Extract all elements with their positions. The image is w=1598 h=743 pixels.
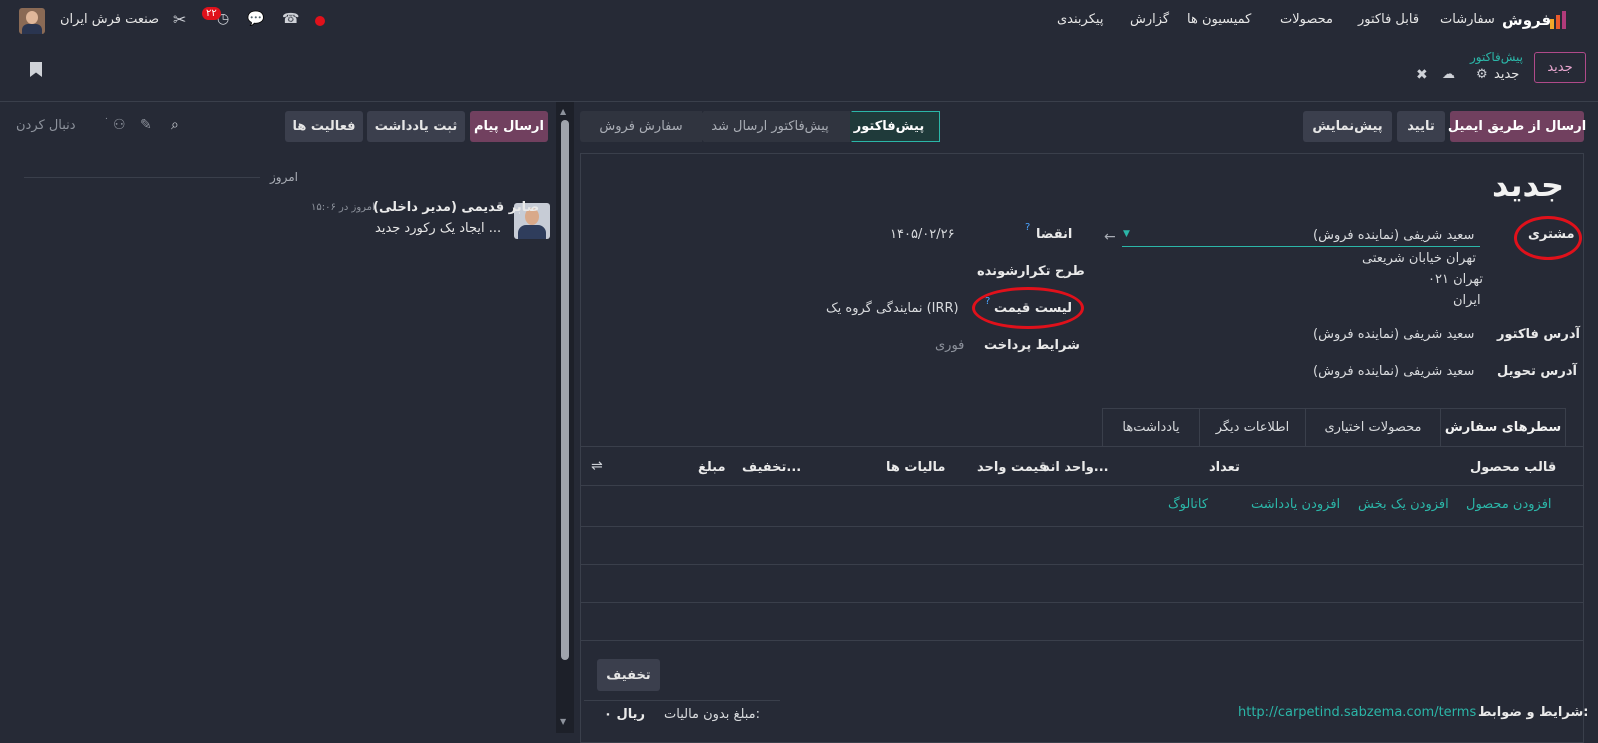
expiry-help-mark[interactable]: ? xyxy=(1025,222,1030,233)
send-message-button[interactable]: ارسال پیام xyxy=(470,111,548,142)
day-divider-line xyxy=(24,177,260,178)
bookmark-icon[interactable] xyxy=(30,62,42,77)
expiry-value[interactable]: ۱۴۰۵/۰۲/۲۶ xyxy=(890,227,955,242)
col-amount[interactable]: مبلغ xyxy=(698,460,726,475)
new-button[interactable]: جدید xyxy=(1534,52,1586,83)
chat-icon[interactable]: 💬 xyxy=(247,12,264,26)
terms-url[interactable]: http://carpetind.sabzema.com/terms xyxy=(1238,705,1476,720)
table-row-divider-1 xyxy=(580,526,1584,527)
add-section-link[interactable]: افزودن یک بخش xyxy=(1358,497,1449,512)
stage-sales-order[interactable]: سفارش فروش xyxy=(580,111,702,142)
delivery-address-label: آدرس تحویل xyxy=(1497,364,1577,379)
column-settings-icon[interactable]: ⇌ xyxy=(591,459,603,473)
tools-icon[interactable]: ✂ xyxy=(173,12,186,28)
table-row-divider-4 xyxy=(580,640,1584,641)
menu-reporting[interactable]: گزارش xyxy=(1130,12,1169,27)
log-note-button[interactable]: ثبت یادداشت xyxy=(367,111,465,142)
add-product-link[interactable]: افزودن محصول xyxy=(1466,497,1552,512)
discount-button[interactable]: تخفیف xyxy=(597,659,660,691)
pricelist-value[interactable]: نمایندگی گروه یک (IRR) xyxy=(826,301,959,316)
followers-icon[interactable]: ⚇ xyxy=(113,118,126,132)
payment-terms-value[interactable]: فوری xyxy=(935,338,964,353)
chatter-scrollbar[interactable]: ▲ ▼ xyxy=(556,102,574,733)
menu-orders[interactable]: سفارشات xyxy=(1440,12,1495,27)
catalog-link[interactable]: کاتالوگ xyxy=(1168,497,1208,512)
breadcrumb-current: جدید xyxy=(1494,67,1520,82)
add-note-link[interactable]: افزودن یادداشت xyxy=(1251,497,1340,512)
record-title: جدید xyxy=(1492,166,1565,204)
expiry-label: انقضا xyxy=(1036,227,1073,242)
table-row-divider-2 xyxy=(580,564,1584,565)
dropdown-caret-icon[interactable]: ▼ xyxy=(1123,230,1130,239)
customer-highlight-circle xyxy=(1514,216,1582,260)
col-unit-price[interactable]: قیمت واحد xyxy=(977,460,1047,475)
chatter-panel: ارسال پیام ثبت یادداشت فعالیت ها ⌕ ✎ ⚇ ۰… xyxy=(0,102,556,733)
untaxed-amount-label: مبلغ بدون مالیات: xyxy=(664,707,761,722)
save-cloud-icon[interactable]: ☁ xyxy=(1442,68,1455,81)
recurring-plan-label: طرح تکرارشونده xyxy=(977,264,1085,279)
control-panel: جدید پیش‌فاکتور جدید ⚙ ☁ ✖ xyxy=(0,40,1598,102)
discard-close-icon[interactable]: ✖ xyxy=(1416,68,1428,82)
table-header-divider xyxy=(580,485,1584,486)
stage-quotation[interactable]: پیش‌فاکتور xyxy=(838,111,940,142)
tab-optional-products[interactable]: محصولات اختیاری xyxy=(1305,408,1441,446)
col-uom[interactable]: واحد اند... xyxy=(1043,460,1109,475)
delivery-address-value[interactable]: سعید شریفی (نماینده فروش) xyxy=(1313,364,1474,379)
app-name[interactable]: فروش xyxy=(1502,11,1551,29)
tab-notes[interactable]: یادداشت‌ها xyxy=(1102,408,1200,446)
company-name[interactable]: صنعت فرش ایران xyxy=(60,12,159,27)
tab-order-lines[interactable]: سطرهای سفارش xyxy=(1440,408,1566,446)
breadcrumb-parent[interactable]: پیش‌فاکتور xyxy=(1470,50,1523,64)
col-taxes[interactable]: مالیات ها xyxy=(886,460,945,475)
menu-configuration[interactable]: پیکربندی xyxy=(1057,12,1103,27)
follow-button[interactable]: دنبال کردن xyxy=(16,118,76,133)
invoice-address-value[interactable]: سعید شریفی (نماینده فروش) xyxy=(1313,327,1474,342)
menu-to-invoice[interactable]: قابل فاکتور xyxy=(1358,12,1419,27)
activities-button[interactable]: فعالیت ها xyxy=(285,111,363,142)
preview-button[interactable]: پیش‌نمایش xyxy=(1303,111,1392,142)
paperclip-icon[interactable]: ✎ xyxy=(140,118,152,132)
gear-icon[interactable]: ⚙ xyxy=(1476,68,1488,81)
message-body: ایجاد یک رکورد جدید ... xyxy=(375,221,502,236)
top-navbar: فروش سفارشات قابل فاکتور محصولات کمیسیون… xyxy=(0,0,1598,40)
scroll-up-icon[interactable]: ▲ xyxy=(560,108,566,116)
day-divider-label: امروز xyxy=(270,170,298,184)
col-discount[interactable]: تخفیف... xyxy=(742,460,801,475)
customer-address-line1: تهران خیابان شریعتی xyxy=(1362,251,1476,266)
customer-address-line2: تهران ۰۲۱ xyxy=(1428,272,1484,287)
menu-products[interactable]: محصولات xyxy=(1280,12,1333,27)
status-dot-icon[interactable] xyxy=(315,16,325,26)
search-icon[interactable]: ⌕ xyxy=(171,118,179,132)
message-time: امروز در ۱۵:۰۶ xyxy=(311,202,375,213)
tab-other-info[interactable]: اطلاعات دیگر xyxy=(1199,408,1306,446)
user-avatar[interactable] xyxy=(19,8,45,34)
follower-count: ۰ xyxy=(104,114,109,124)
message-author[interactable]: صابر قدیمی (مدیر داخلی) xyxy=(373,200,539,215)
table-row-divider-3 xyxy=(580,602,1584,603)
terms-label: شرایط و ضوابط: xyxy=(1478,705,1589,720)
pricelist-highlight-circle xyxy=(972,287,1084,329)
customer-value: سعید شریفی (نماینده فروش) xyxy=(1313,228,1475,243)
totals-divider xyxy=(584,700,780,701)
col-quantity[interactable]: تعداد xyxy=(1209,460,1240,475)
scroll-down-icon[interactable]: ▼ xyxy=(560,718,566,726)
customer-address-line3: ایران xyxy=(1453,293,1481,308)
invoice-address-label: آدرس فاکتور xyxy=(1497,327,1580,342)
tabs-divider xyxy=(580,446,1584,447)
untaxed-amount-value: ریال ۰ xyxy=(604,707,645,722)
send-by-email-button[interactable]: ارسال از طریق ایمیل xyxy=(1448,111,1586,142)
scroll-thumb[interactable] xyxy=(561,120,569,660)
confirm-button[interactable]: تایید xyxy=(1397,111,1445,142)
payment-terms-label: شرایط پرداخت xyxy=(984,338,1080,353)
activity-badge: ۲۲ xyxy=(202,7,221,20)
stage-quotation-sent[interactable]: پیش‌فاکتور ارسال شد xyxy=(690,111,850,142)
col-product-template[interactable]: قالب محصول xyxy=(1470,460,1556,475)
internal-link-arrow-icon[interactable]: ← xyxy=(1104,230,1116,244)
phone-icon[interactable]: ☎ xyxy=(282,12,299,26)
menu-commissions[interactable]: کمیسیون ها xyxy=(1187,12,1251,27)
app-logo-icon[interactable] xyxy=(1548,9,1570,31)
